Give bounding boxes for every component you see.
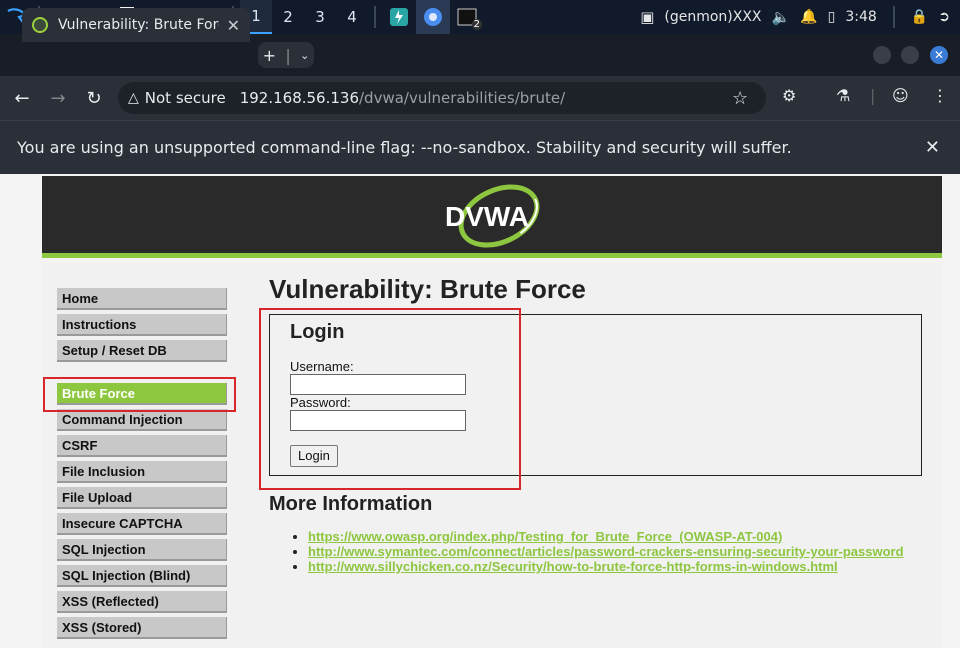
dvwa-side-menu: Home Instructions Setup / Reset DB Brute… xyxy=(57,288,227,643)
menu-item-csrf[interactable]: CSRF xyxy=(57,435,227,457)
close-tab-icon[interactable]: ✕ xyxy=(227,16,240,35)
close-window-button[interactable]: ✕ xyxy=(930,46,948,64)
logout-icon[interactable]: ➲ xyxy=(938,9,950,25)
genmon-label: (genmon)XXX xyxy=(664,9,762,25)
highlight-box-menu xyxy=(43,377,236,412)
labs-flask-icon[interactable]: ⚗ xyxy=(836,86,850,105)
menu-item-command-injection[interactable]: Command Injection xyxy=(57,409,227,431)
browser-tab[interactable]: Vulnerability: Brute Force ✕ xyxy=(22,8,250,42)
maximize-button[interactable] xyxy=(901,46,919,64)
menu-item-sql-injection[interactable]: SQL Injection xyxy=(57,539,227,561)
menu-item-file-upload[interactable]: File Upload xyxy=(57,487,227,509)
url-path: /dvwa/vulnerabilities/brute/ xyxy=(359,89,566,107)
new-tab-icon[interactable]: + xyxy=(263,46,276,65)
back-arrow-icon[interactable]: ← xyxy=(4,80,40,116)
list-item: http://www.symantec.com/connect/articles… xyxy=(308,544,904,559)
menu-item-sql-injection-blind[interactable]: SQL Injection (Blind) xyxy=(57,565,227,587)
menu-item-xss-stored[interactable]: XSS (Stored) xyxy=(57,617,227,639)
page-viewport: DVWA Home Instructions Setup / Reset DB … xyxy=(0,174,960,648)
battery-icon[interactable]: ▯ xyxy=(828,9,836,25)
taskbar-separator xyxy=(374,6,376,28)
more-information-heading: More Information xyxy=(269,493,433,515)
bell-icon[interactable]: 🔔 xyxy=(800,9,817,25)
owasp-link[interactable]: https://www.owasp.org/index.php/Testing_… xyxy=(308,529,782,544)
toolbar-divider: | xyxy=(870,86,876,105)
workspace-4[interactable]: 4 xyxy=(336,0,368,34)
extensions-icon[interactable]: ⚙ xyxy=(782,86,796,105)
sandbox-warning-infobar: You are using an unsupported command-lin… xyxy=(0,120,960,174)
menu-item-setup-reset-db[interactable]: Setup / Reset DB xyxy=(57,340,227,362)
reload-icon[interactable]: ↻ xyxy=(76,80,112,116)
terminal-window-icon[interactable]: 2 xyxy=(452,2,482,32)
menu-item-insecure-captcha[interactable]: Insecure CAPTCHA xyxy=(57,513,227,535)
close-infobar-icon[interactable]: ✕ xyxy=(925,137,940,158)
taskbar-separator xyxy=(892,6,895,28)
profile-icon[interactable]: ☺ xyxy=(892,86,909,105)
warning-icon[interactable]: △ xyxy=(128,90,139,106)
clock: 3:48 xyxy=(845,9,877,25)
tab-title: Vulnerability: Brute Force xyxy=(58,17,219,33)
address-bar[interactable]: △ Not secure 192.168.56.136/dvwa/vulnera… xyxy=(118,82,766,114)
workspace-3[interactable]: 3 xyxy=(304,0,336,34)
dvwa-header: DVWA xyxy=(42,176,942,258)
window-icon[interactable]: ▣ xyxy=(640,8,654,26)
lock-icon[interactable]: 🔒 xyxy=(911,9,928,25)
terminal-count-badge: 2 xyxy=(471,19,482,30)
infobar-message: You are using an unsupported command-lin… xyxy=(17,138,792,157)
dvwa-favicon-icon xyxy=(32,17,48,33)
menu-item-instructions[interactable]: Instructions xyxy=(57,314,227,336)
symantec-link[interactable]: http://www.symantec.com/connect/articles… xyxy=(308,544,904,559)
not-secure-label[interactable]: Not secure xyxy=(145,89,226,107)
forward-arrow-icon[interactable]: → xyxy=(40,80,76,116)
url-host: 192.168.56.136 xyxy=(239,89,359,107)
bookmark-star-icon[interactable]: ☆ xyxy=(732,88,748,109)
list-item: http://www.sillychicken.co.nz/Security/h… xyxy=(308,559,904,574)
menu-kebab-icon[interactable]: ⋮ xyxy=(932,86,948,105)
page-title: Vulnerability: Brute Force xyxy=(269,274,586,304)
system-tray: ▣ (genmon)XXX 🔈 🔔 ▯ 3:48 🔒 ➲ xyxy=(640,0,960,34)
menu-item-xss-reflected[interactable]: XSS (Reflected) xyxy=(57,591,227,613)
app-window-icon[interactable] xyxy=(384,2,414,32)
chrome-window-icon[interactable] xyxy=(416,0,450,34)
workspace-2[interactable]: 2 xyxy=(272,0,304,34)
tab-divider: | xyxy=(285,45,291,65)
sillychicken-link[interactable]: http://www.sillychicken.co.nz/Security/h… xyxy=(308,559,838,574)
menu-item-file-inclusion[interactable]: File Inclusion xyxy=(57,461,227,483)
more-information-links: https://www.owasp.org/index.php/Testing_… xyxy=(290,529,904,574)
dvwa-logo[interactable]: DVWA xyxy=(437,184,547,248)
menu-item-home[interactable]: Home xyxy=(57,288,227,310)
highlight-box-login xyxy=(259,308,521,490)
list-item: https://www.owasp.org/index.php/Testing_… xyxy=(308,529,904,544)
new-tab-group: + | ⌄ xyxy=(258,42,314,68)
svg-text:DVWA: DVWA xyxy=(445,201,529,232)
minimize-button[interactable] xyxy=(873,46,891,64)
volume-icon[interactable]: 🔈 xyxy=(772,8,791,26)
tab-search-icon[interactable]: ⌄ xyxy=(300,49,309,62)
